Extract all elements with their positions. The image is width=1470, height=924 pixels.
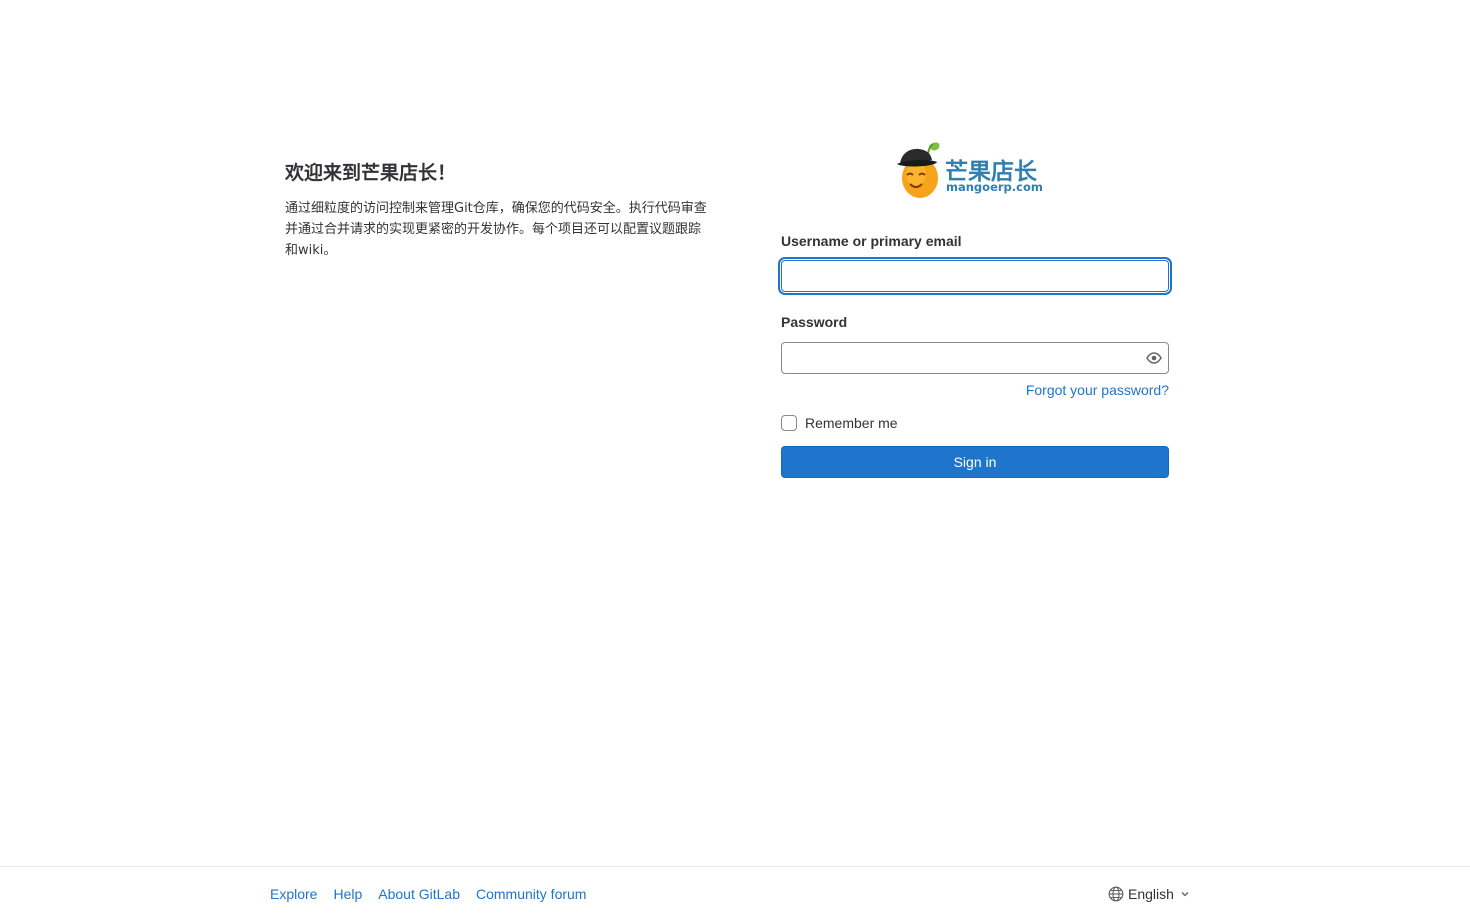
- footer-link-help[interactable]: Help: [333, 886, 362, 902]
- logo-domain: mangoerp.com: [946, 180, 1043, 194]
- language-selector[interactable]: English: [1108, 886, 1190, 902]
- sign-in-button[interactable]: Sign in: [781, 446, 1169, 478]
- footer-link-explore[interactable]: Explore: [270, 886, 317, 902]
- footer: Explore Help About GitLab Community foru…: [0, 866, 1470, 924]
- footer-links: Explore Help About GitLab Community foru…: [270, 886, 602, 902]
- footer-link-about[interactable]: About GitLab: [378, 886, 460, 902]
- remember-me: Remember me: [781, 415, 1169, 431]
- welcome-heading: 欢迎来到芒果店长！: [285, 162, 457, 184]
- remember-me-checkbox[interactable]: [781, 415, 797, 431]
- chevron-down-icon: [1180, 889, 1190, 899]
- welcome-section: 欢迎来到芒果店长！ 通过细粒度的访问控制来管理Git仓库，确保您的代码安全。执行…: [285, 160, 710, 261]
- password-label: Password: [781, 314, 848, 330]
- password-field: [781, 342, 1169, 374]
- forgot-password-link[interactable]: Forgot your password?: [781, 381, 1169, 399]
- eye-icon[interactable]: [1146, 350, 1162, 366]
- sign-in-form: Username or primary email Password Forgo…: [781, 232, 1169, 478]
- welcome-description: 通过细粒度的访问控制来管理Git仓库，确保您的代码安全。执行代码审查并通过合并请…: [285, 201, 707, 258]
- password-input[interactable]: [781, 342, 1169, 374]
- mango-mascot-icon: [897, 142, 940, 198]
- username-label: Username or primary email: [781, 233, 962, 249]
- username-input[interactable]: [781, 260, 1169, 292]
- language-label: English: [1128, 886, 1174, 902]
- footer-link-community-forum[interactable]: Community forum: [476, 886, 586, 902]
- remember-me-label[interactable]: Remember me: [805, 415, 898, 431]
- globe-icon: [1108, 886, 1124, 902]
- brand-logo: 芒果店长 mangoerp.com: [895, 140, 1055, 202]
